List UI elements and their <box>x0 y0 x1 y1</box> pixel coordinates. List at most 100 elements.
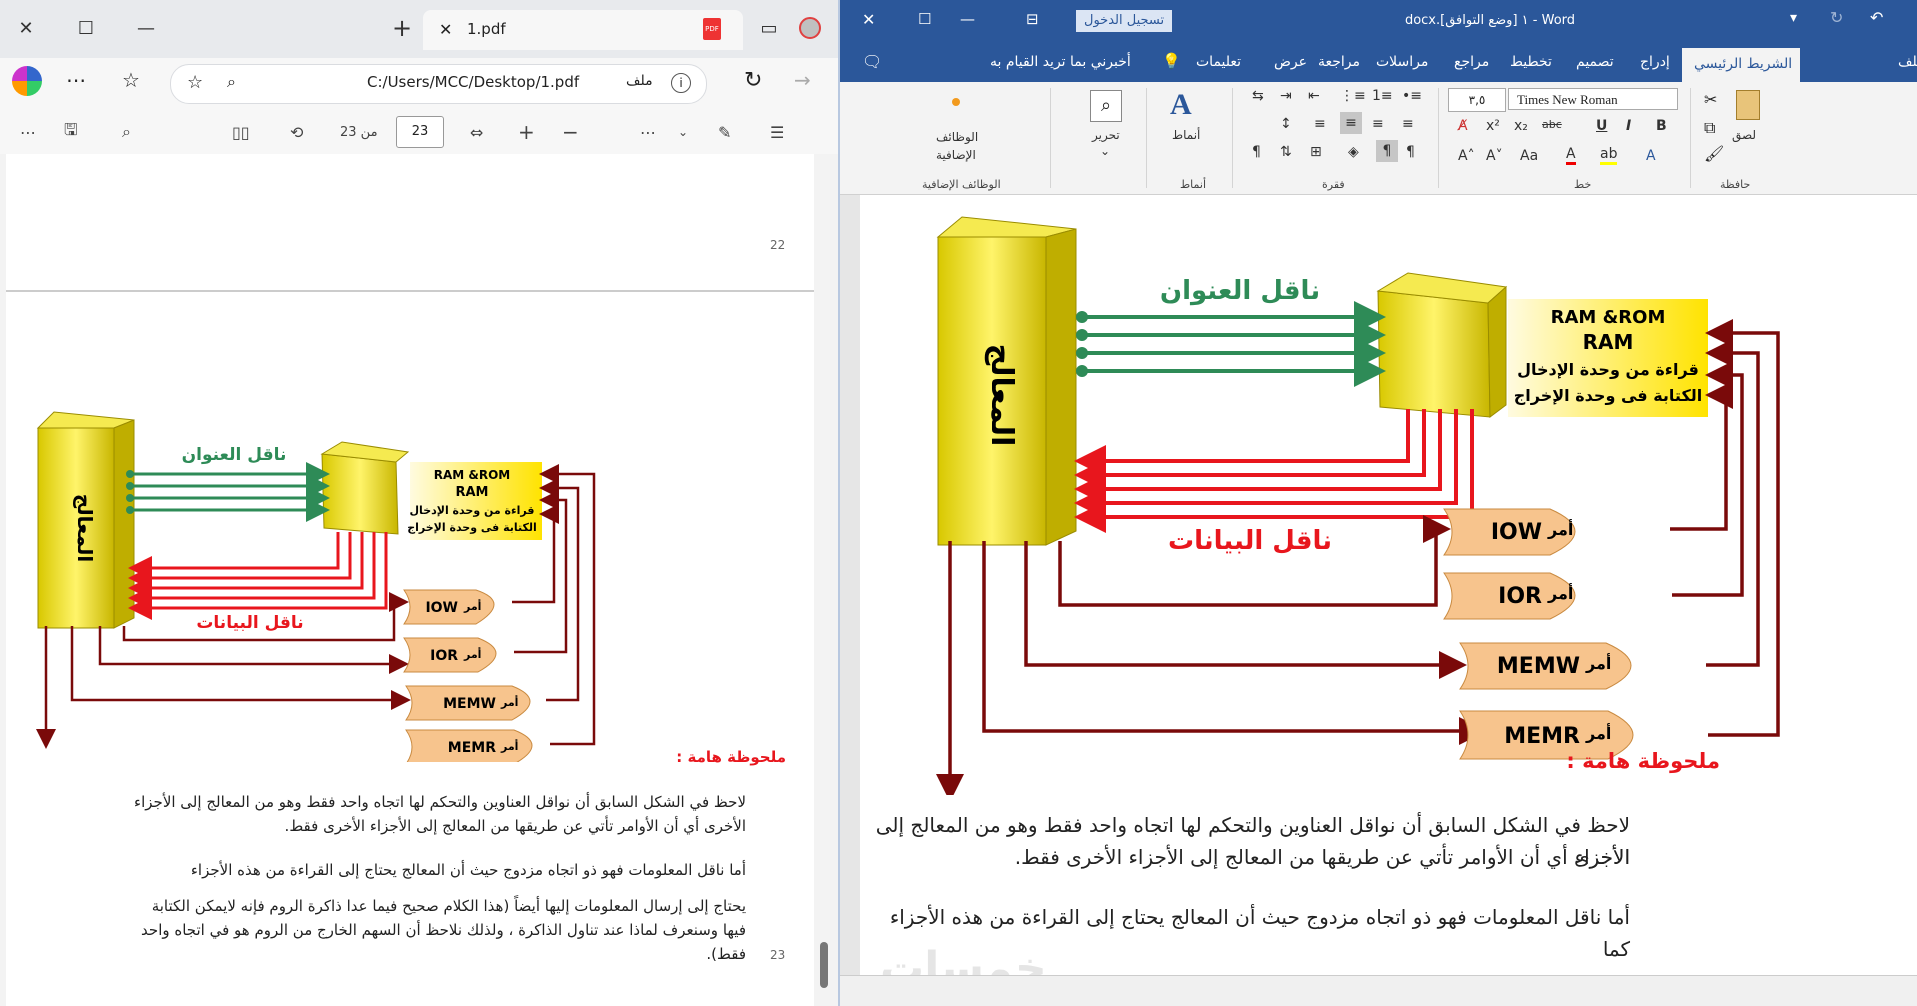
styles-label[interactable]: أنماط <box>1172 128 1200 142</box>
rtl-list-icon[interactable]: ⇆ <box>1252 88 1264 104</box>
tab-insert[interactable]: إدراج <box>1640 54 1670 70</box>
font-color-icon[interactable]: A <box>1566 146 1576 165</box>
tab-mailings[interactable]: مراسلات <box>1376 54 1428 70</box>
highlight-icon[interactable]: ✎ <box>718 120 731 144</box>
clear-format-icon[interactable]: A̸ <box>1458 118 1468 134</box>
strikethrough-icon[interactable]: abc <box>1542 118 1562 131</box>
word-ribbon: الوظائف الإضافية الوظائف الإضافية ⌕ تحري… <box>840 82 1917 195</box>
more-tools-icon[interactable]: ⋯ <box>20 120 36 144</box>
chevron-down-icon[interactable]: ⌄ <box>678 120 688 144</box>
tab-home-active[interactable]: الشريط الرئيسي <box>1682 48 1800 82</box>
paste-icon[interactable] <box>1736 90 1760 120</box>
favorite-star-icon[interactable]: ☆ <box>187 72 203 93</box>
tab-file[interactable]: ملف <box>1898 54 1917 70</box>
styles-icon[interactable]: A <box>1170 88 1192 122</box>
customize-qat-icon[interactable]: ▾ <box>1790 10 1797 26</box>
grow-font-icon[interactable]: A˄ <box>1458 148 1475 164</box>
indent-icon[interactable]: ⇥ <box>1280 88 1292 104</box>
cut-icon[interactable]: ✂ <box>1704 90 1717 109</box>
highlight-icon[interactable]: ab <box>1600 146 1618 165</box>
show-marks-icon[interactable]: ¶ <box>1252 144 1261 160</box>
zoom-out-icon[interactable]: − <box>562 120 579 144</box>
shading-icon[interactable]: ◈ <box>1348 144 1359 160</box>
multilevel-list-icon[interactable]: ⋮≡ <box>1340 88 1366 104</box>
align-right-icon[interactable]: ≡ <box>1340 112 1362 134</box>
maximize-icon[interactable]: ☐ <box>918 10 931 28</box>
tab-view[interactable]: عرض <box>1274 54 1307 70</box>
search-icon[interactable]: ⌕ <box>1090 90 1122 122</box>
bullets-icon[interactable]: •≡ <box>1402 88 1422 104</box>
info-icon[interactable]: i <box>671 73 691 93</box>
editing-label[interactable]: تحرير <box>1092 128 1120 142</box>
shrink-font-icon[interactable]: A˅ <box>1486 148 1503 164</box>
borders-icon[interactable]: ⊞ <box>1310 144 1322 160</box>
addins-label-1[interactable]: الوظائف <box>936 130 978 144</box>
forward-icon[interactable]: → <box>794 68 811 92</box>
italic-icon[interactable]: I <box>1626 118 1631 134</box>
tab-design[interactable]: تصميم <box>1576 54 1614 70</box>
change-case-icon[interactable]: Aa <box>1520 148 1538 164</box>
minimize-icon[interactable]: — <box>132 14 160 42</box>
rotate-icon[interactable]: ⟲ <box>290 120 303 144</box>
tell-me-search[interactable]: أخبرني بما تريد القيام به <box>990 54 1131 70</box>
refresh-icon[interactable]: ↻ <box>744 68 762 93</box>
close-icon[interactable]: ✕ <box>862 10 875 29</box>
draw-more-icon[interactable]: ⋯ <box>640 120 656 144</box>
tab-layout[interactable]: تخطيط <box>1510 54 1552 70</box>
zoom-in-icon[interactable]: + <box>518 120 535 144</box>
tab-review[interactable]: مراجعة <box>1318 54 1360 70</box>
more-icon[interactable]: ⋯ <box>66 68 86 92</box>
profile-icon[interactable] <box>796 14 824 42</box>
ior-label: IOR <box>1498 584 1542 609</box>
ltr-direction-icon[interactable]: ¶ <box>1406 144 1415 160</box>
fit-width-icon[interactable]: ⇔ <box>470 120 483 144</box>
superscript-icon[interactable]: x² <box>1486 118 1500 134</box>
bold-icon[interactable]: B <box>1656 118 1667 134</box>
font-name-box[interactable]: Times New Roman <box>1508 88 1678 110</box>
pdf-file-icon: PDF <box>703 18 721 40</box>
paste-label[interactable]: لصق <box>1732 128 1756 142</box>
page-number-input[interactable]: 23 <box>396 116 444 148</box>
copilot-icon[interactable] <box>12 66 42 96</box>
close-tab-icon[interactable]: ✕ <box>439 20 452 39</box>
ribbon-display-icon[interactable]: ⊟ <box>1026 10 1039 28</box>
save-icon[interactable]: 🖫 <box>64 120 78 144</box>
maximize-icon[interactable]: ☐ <box>72 14 100 42</box>
justify-icon[interactable]: ≡ <box>1314 116 1326 132</box>
center-icon[interactable]: ≡ <box>1372 116 1384 132</box>
copy-icon[interactable]: ⧉ <box>1704 118 1715 138</box>
undo-icon[interactable]: ↶ <box>1870 8 1883 27</box>
tab-pdf[interactable]: ✕ 1.pdf PDF <box>423 10 743 50</box>
favorites-list-icon[interactable]: ☆ <box>122 68 140 92</box>
tab-references[interactable]: مراجع <box>1454 54 1489 70</box>
font-size-box[interactable]: ٣,٥ <box>1448 88 1506 112</box>
outdent-icon[interactable]: ⇤ <box>1308 88 1320 104</box>
subscript-icon[interactable]: x₂ <box>1514 118 1528 134</box>
contents-icon[interactable]: ☰ <box>770 120 784 144</box>
zoom-icon[interactable]: ⌕ <box>227 72 236 92</box>
addins-label-2[interactable]: الإضافية <box>936 148 976 162</box>
rtl-direction-icon[interactable]: ¶ <box>1376 140 1398 162</box>
new-tab-icon[interactable]: + <box>388 14 416 42</box>
signin-button[interactable]: تسجيل الدخول <box>1076 10 1173 32</box>
align-left-icon[interactable]: ≡ <box>1402 116 1414 132</box>
url-field[interactable]: ☆ ⌕ C:/Users/MCC/Desktop/1.pdf ملف i <box>170 64 707 104</box>
underline-icon[interactable]: U <box>1596 118 1607 134</box>
page-view-icon[interactable]: ▯▯ <box>232 120 250 144</box>
format-painter-icon[interactable]: 🖌 <box>1704 144 1724 163</box>
redo-icon[interactable]: ↻ <box>1830 8 1843 27</box>
text-effects-icon[interactable]: A <box>1646 148 1656 164</box>
numbering-icon[interactable]: 1≡ <box>1372 88 1393 104</box>
chevron-down-icon[interactable]: ⌄ <box>1100 144 1110 158</box>
comments-icon[interactable]: 🗨 <box>862 52 882 71</box>
group-clipboard: حافظة <box>1720 178 1751 191</box>
tab-actions-icon[interactable]: ▭ <box>755 14 783 42</box>
close-icon[interactable]: ✕ <box>12 14 40 42</box>
scrollbar-thumb[interactable] <box>820 942 828 988</box>
search-icon[interactable]: ⌕ <box>122 120 131 144</box>
minimize-icon[interactable]: — <box>960 10 975 28</box>
sort-icon[interactable]: ⇅ <box>1280 144 1292 160</box>
data-bus-label: ناقل البيانات <box>1168 526 1332 556</box>
line-spacing-icon[interactable]: ↕ <box>1280 116 1292 132</box>
tab-help[interactable]: تعليمات <box>1196 54 1241 70</box>
